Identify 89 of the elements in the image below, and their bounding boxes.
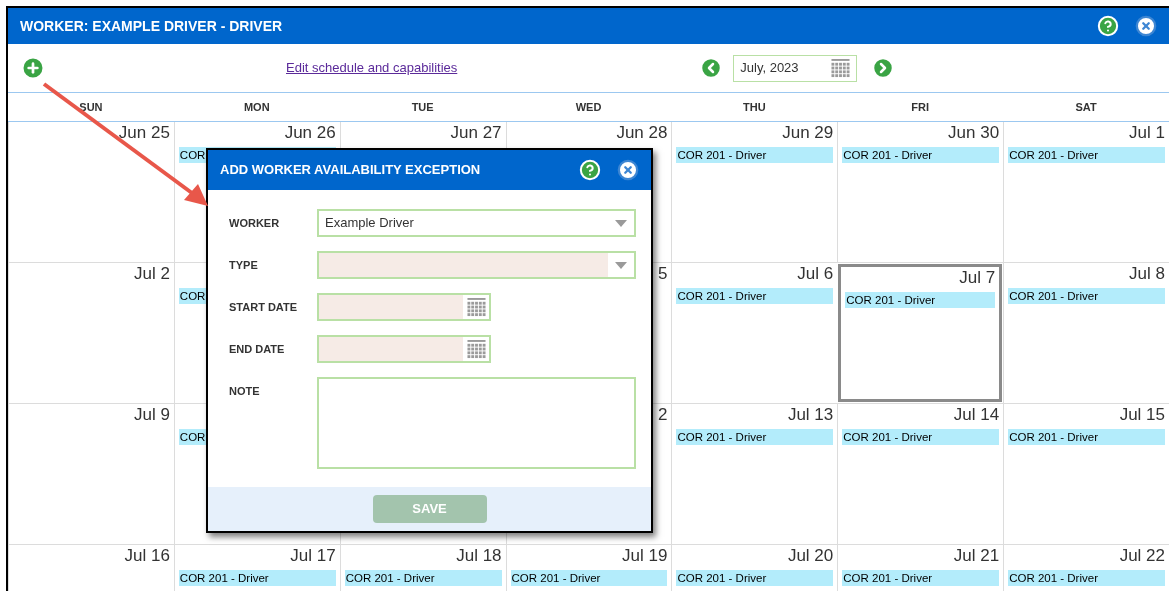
day-number: Jul 16 xyxy=(124,546,170,567)
day-number: Jul 13 xyxy=(787,405,834,426)
day-cell[interactable]: Jul 6 COR 201 - Driver xyxy=(671,263,838,403)
event-chip[interactable]: COR 201 - Driver xyxy=(842,429,1000,445)
day-number: Jun 25 xyxy=(118,123,170,144)
event-chip[interactable]: COR 201 - Driver xyxy=(1008,147,1165,163)
weekday-header: SUN xyxy=(79,99,103,115)
event-chip[interactable]: COR 201 - Driver xyxy=(676,288,834,304)
day-number: Jul 22 xyxy=(1119,546,1165,567)
add-icon[interactable] xyxy=(20,55,46,81)
help-icon[interactable] xyxy=(579,159,601,181)
field-label: END DATE xyxy=(229,342,286,357)
day-number: Jun 26 xyxy=(284,123,336,144)
field-label: NOTE xyxy=(229,384,261,399)
day-cell[interactable]: Jun 30 COR 201 - Driver xyxy=(837,122,1004,262)
edit-schedule-link[interactable]: Edit schedule and capabilities xyxy=(286,58,458,78)
calendar-icon[interactable] xyxy=(831,58,851,78)
day-cell[interactable]: Jul 14 COR 201 - Driver xyxy=(837,404,1004,544)
day-cell[interactable]: Jul 21 COR 201 - Driver xyxy=(837,545,1004,591)
caret-icon xyxy=(615,219,627,227)
weekday-header: MON xyxy=(243,99,270,115)
day-number: Jul 6 xyxy=(797,264,834,285)
field-label: START DATE xyxy=(229,300,299,315)
select-field[interactable]: Example Driver xyxy=(317,209,636,237)
day-cell[interactable]: Jul 17 COR 201 - Driver xyxy=(173,545,340,591)
day-number: Jul 9 xyxy=(133,405,170,426)
day-cell[interactable]: Jul 20 COR 201 - Driver xyxy=(671,545,838,591)
event-chip[interactable]: COR 201 - Driver xyxy=(842,147,1000,163)
calendar-icon[interactable] xyxy=(466,297,486,317)
close-icon[interactable] xyxy=(1135,15,1157,37)
day-number: Jul 15 xyxy=(1119,405,1165,426)
event-chip[interactable]: COR 201 - Driver xyxy=(676,147,834,163)
day-cell[interactable]: Jul 9 xyxy=(8,404,174,544)
dialog-title: ADD WORKER AVAILABILITY EXCEPTION xyxy=(220,161,482,180)
weekday-header: SAT xyxy=(1075,99,1097,115)
day-number: Jun 30 xyxy=(948,123,1000,144)
note-field[interactable] xyxy=(317,377,636,469)
day-cell[interactable]: Jul 8 COR 201 - Driver xyxy=(1003,263,1169,403)
day-number: Jul 20 xyxy=(787,546,834,567)
day-number: Jul 18 xyxy=(456,546,502,567)
day-cell[interactable]: Jul 15 COR 201 - Driver xyxy=(1003,404,1169,544)
day-cell[interactable]: Jul 1 COR 201 - Driver xyxy=(1003,122,1169,262)
date-field[interactable] xyxy=(317,293,491,321)
field-label: WORKER xyxy=(229,216,281,231)
event-chip[interactable]: COR 201 - Driver xyxy=(510,570,668,586)
field-label: TYPE xyxy=(229,258,259,273)
close-icon[interactable] xyxy=(617,159,639,181)
weekday-header: FRI xyxy=(911,99,930,115)
day-cell[interactable]: Jul 22 COR 201 - Driver xyxy=(1003,545,1169,591)
event-chip[interactable]: COR 201 - Driver xyxy=(178,570,336,586)
window-title: WORKER: EXAMPLE DRIVER - DRIVER xyxy=(20,16,284,36)
day-number: Jul 8 xyxy=(1129,264,1165,285)
event-chip[interactable]: COR 201 - Driver xyxy=(676,570,834,586)
day-number: Jul 14 xyxy=(953,405,1000,426)
day-cell[interactable]: Jul 19 COR 201 - Driver xyxy=(505,545,672,591)
day-number: Jul 2 xyxy=(133,264,170,285)
event-chip[interactable]: COR 201 - Driver xyxy=(1008,429,1165,445)
day-number: Jun 29 xyxy=(782,123,834,144)
day-cell[interactable]: Jun 29 COR 201 - Driver xyxy=(671,122,838,262)
day-number: Jun 27 xyxy=(450,123,502,144)
day-cell[interactable]: Jul 18 COR 201 - Driver xyxy=(339,545,506,591)
event-chip[interactable]: COR 201 - Driver xyxy=(1008,570,1165,586)
day-number: 5 xyxy=(657,264,668,285)
event-chip[interactable]: COR 201 - Driver xyxy=(845,292,996,308)
event-chip[interactable]: COR 201 - Driver xyxy=(842,570,1000,586)
day-cell[interactable]: Jul 7 COR 201 - Driver xyxy=(838,264,1003,402)
event-chip[interactable]: COR 201 - Driver xyxy=(344,570,502,586)
day-number: Jun 28 xyxy=(616,123,668,144)
event-chip[interactable]: COR 201 - Driver xyxy=(676,429,834,445)
day-number: Jul 17 xyxy=(290,546,336,567)
weekday-header: TUE xyxy=(411,99,434,115)
day-number: 2 xyxy=(657,405,668,426)
day-cell[interactable]: Jul 2 xyxy=(8,263,174,403)
weekday-header: WED xyxy=(575,99,602,115)
event-chip[interactable]: COR 201 - Driver xyxy=(1008,288,1165,304)
day-number: Jul 7 xyxy=(959,268,996,289)
help-icon[interactable] xyxy=(1097,15,1119,37)
caret-icon xyxy=(615,261,627,269)
day-number: Jul 1 xyxy=(1129,123,1165,144)
select-field[interactable] xyxy=(317,251,636,279)
weekday-header: THU xyxy=(743,99,766,115)
day-number: Jul 19 xyxy=(622,546,668,567)
day-cell[interactable]: Jul 16 xyxy=(8,545,174,591)
date-field[interactable] xyxy=(317,335,491,363)
calendar-icon[interactable] xyxy=(466,339,486,359)
day-number: Jul 21 xyxy=(953,546,1000,567)
day-cell[interactable]: Jun 25 xyxy=(8,122,174,262)
day-cell[interactable]: Jul 13 COR 201 - Driver xyxy=(671,404,838,544)
month-field[interactable]: July, 2023 xyxy=(733,54,858,82)
